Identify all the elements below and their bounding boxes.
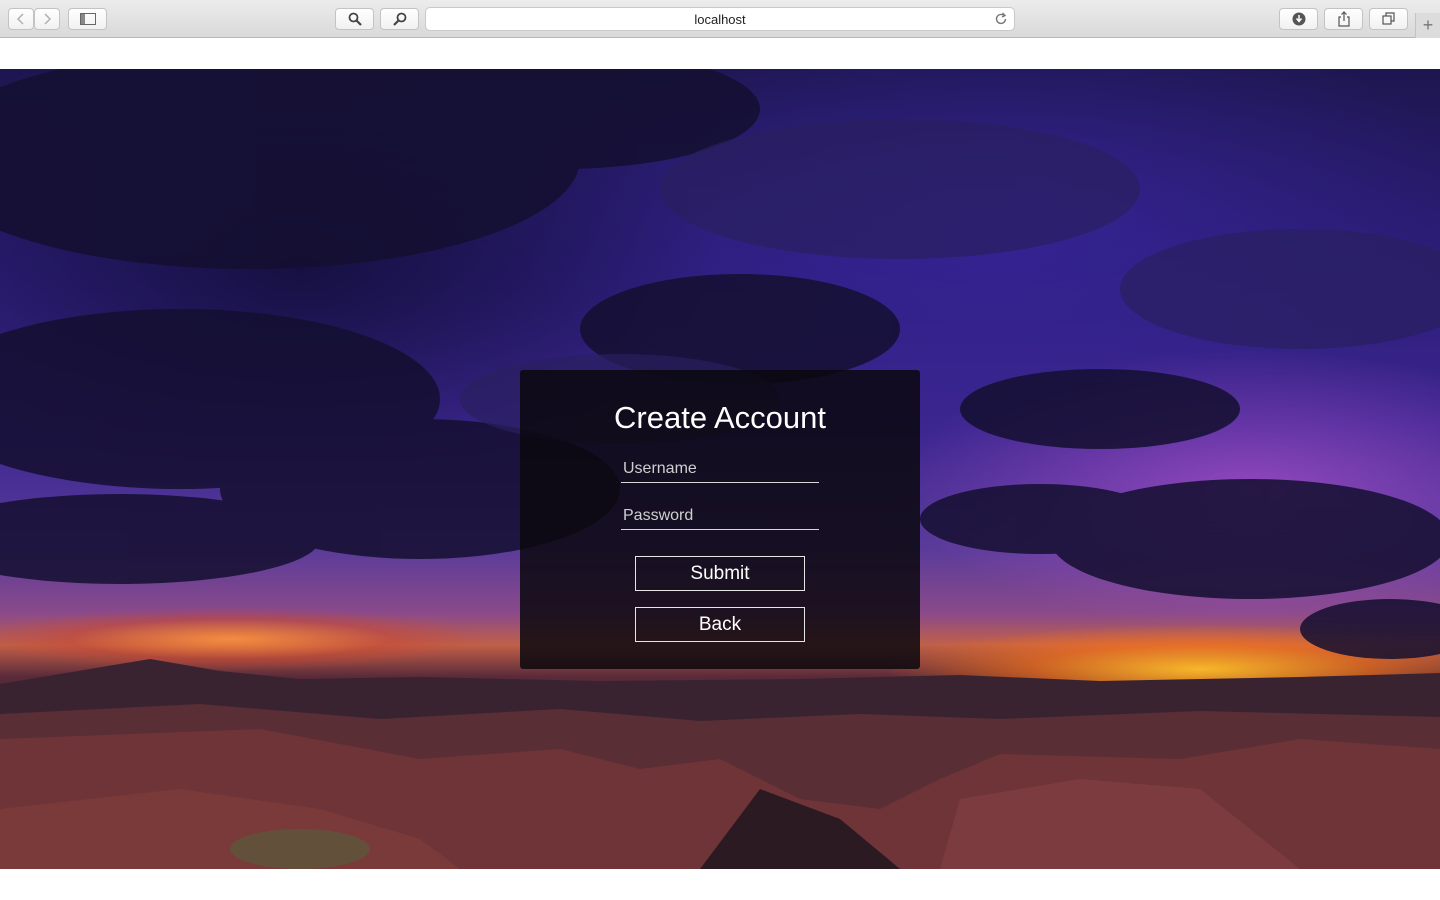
username-input[interactable]	[621, 455, 819, 483]
plus-icon: +	[1422, 15, 1434, 35]
back-button-form[interactable]: Back	[635, 607, 805, 642]
chevron-right-icon	[44, 13, 52, 25]
password-input[interactable]	[621, 502, 819, 530]
sidebar-button[interactable]	[68, 8, 107, 30]
tabs-overview-button[interactable]	[1369, 8, 1408, 30]
page-background: Create Account Submit Back	[0, 69, 1440, 869]
tabs-icon	[1381, 12, 1395, 25]
share-button[interactable]	[1324, 8, 1363, 30]
form-title: Create Account	[614, 400, 826, 435]
forward-button[interactable]	[34, 8, 60, 30]
canyon-landscape-image	[0, 659, 1440, 869]
create-account-form: Create Account Submit Back	[520, 370, 920, 669]
downloads-button[interactable]	[1279, 8, 1318, 30]
magnifier-icon	[348, 12, 362, 26]
new-tab-button[interactable]: +	[1415, 13, 1440, 38]
zoom-button[interactable]	[380, 8, 419, 30]
share-icon	[1337, 11, 1350, 27]
back-button[interactable]	[8, 8, 34, 30]
url-text: localhost	[694, 11, 746, 27]
address-bar[interactable]: localhost	[425, 7, 1015, 31]
submit-button[interactable]: Submit	[635, 556, 805, 591]
search-button[interactable]	[335, 8, 374, 30]
sidebar-icon	[79, 13, 96, 25]
reload-icon[interactable]	[994, 12, 1008, 31]
zoom-icon	[392, 12, 406, 26]
chevron-left-icon	[16, 13, 24, 25]
download-icon	[1292, 12, 1305, 26]
browser-toolbar: localhost +	[0, 0, 1440, 38]
